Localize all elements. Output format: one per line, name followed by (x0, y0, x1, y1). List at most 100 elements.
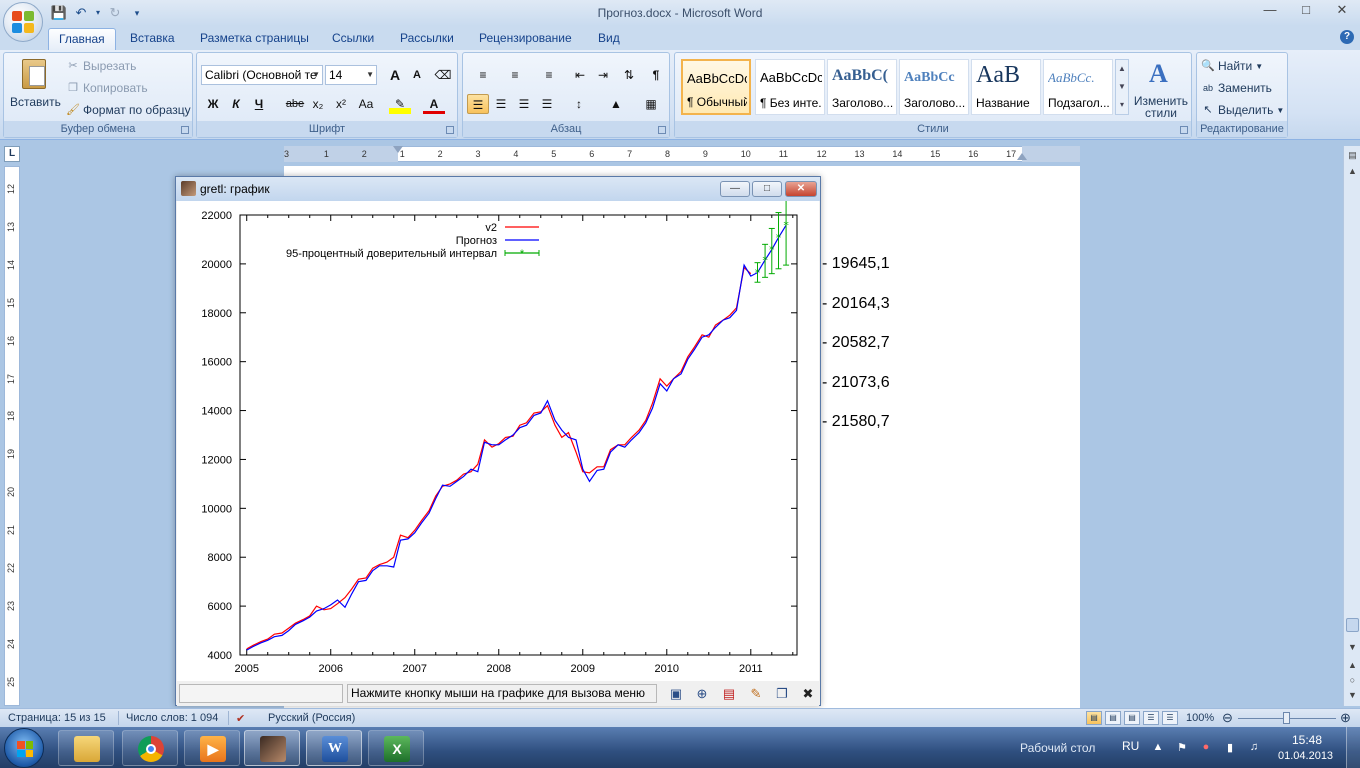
customize-qat-icon[interactable]: ▾ (128, 4, 146, 22)
font-size-combo[interactable]: 14 ▼ (325, 65, 377, 85)
tab-view[interactable]: Вид (588, 28, 630, 50)
target-icon[interactable]: ⊕ (693, 685, 711, 703)
plot-area[interactable]: 4000 6000 8000 10000 12000 14000 16000 18000 200… (177, 198, 819, 681)
next-page-icon[interactable]: ▼ (1345, 688, 1360, 702)
line-spacing-icon[interactable]: ↕ (565, 94, 593, 114)
print-layout-icon[interactable]: ▤ (1086, 711, 1102, 725)
underline-button[interactable]: Ч (248, 94, 270, 114)
italic-button[interactable]: К (225, 94, 247, 114)
tab-mailings[interactable]: Рассылки (390, 28, 464, 50)
outline-icon[interactable]: ☰ (1143, 711, 1159, 725)
antivirus-icon[interactable]: ● (1198, 741, 1214, 755)
tab-references[interactable]: Ссылки (322, 28, 384, 50)
doc-text-line[interactable]: - 21580,7 (822, 413, 890, 431)
tab-home[interactable]: Главная (48, 28, 116, 50)
change-case-button[interactable]: Aa (355, 94, 377, 114)
zoom-level[interactable]: 100% (1186, 712, 1214, 724)
change-styles-button[interactable]: A Изменить стили (1133, 57, 1189, 121)
taskbar-explorer[interactable] (58, 730, 114, 766)
language-indicator[interactable]: Русский (Россия) (268, 712, 355, 724)
vertical-ruler[interactable] (4, 166, 20, 706)
paragraph-launcher-icon[interactable] (658, 126, 666, 134)
browse-object-icon[interactable]: ○ (1345, 673, 1360, 687)
redo-icon[interactable]: ↻ (106, 4, 124, 22)
taskbar-word[interactable]: W (306, 730, 362, 766)
word-count[interactable]: Число слов: 1 094 (126, 712, 218, 724)
taskbar-media-player[interactable]: ▶ (184, 730, 240, 766)
zoom-icon[interactable]: ▣ (667, 685, 685, 703)
superscript-button[interactable]: x² (330, 94, 352, 114)
font-color-button[interactable]: A (423, 94, 445, 114)
close-graph-icon[interactable]: ✖ (799, 685, 817, 703)
scroll-thumb[interactable] (1346, 618, 1359, 632)
page-count[interactable]: Страница: 15 из 15 (8, 712, 106, 724)
font-name-combo[interactable]: Calibri (Основной те ▼ (201, 65, 323, 85)
zoom-out-icon[interactable]: ⊖ (1222, 710, 1233, 726)
subscript-button[interactable]: x₂ (307, 94, 329, 114)
copy-window-icon[interactable]: ❐ (773, 685, 791, 703)
shading-icon[interactable]: ▲ (601, 94, 631, 114)
gretl-graph-window[interactable]: gretl: график — □ ✕ 4000 6000 8000 10000 120… (175, 176, 821, 706)
pdf-icon[interactable]: ▤ (720, 685, 738, 703)
doc-text-line[interactable]: - 19645,1 (822, 255, 890, 273)
network-signal-icon[interactable]: ▮ (1222, 741, 1238, 755)
align-right-icon[interactable]: ☰ (513, 94, 535, 114)
style-heading-2[interactable]: AaBbCc Заголово... (899, 59, 969, 115)
scroll-up-icon[interactable]: ▲ (1345, 164, 1360, 178)
align-left-icon[interactable]: ☰ (467, 94, 489, 114)
replace-button[interactable]: ab Заменить (1201, 81, 1272, 95)
format-painter-button[interactable]: 🖌 Формат по образцу (66, 103, 191, 117)
show-marks-button[interactable]: ¶ (645, 65, 667, 85)
save-icon[interactable]: 💾 (50, 4, 68, 22)
style-no-spacing[interactable]: AaBbCcDc ¶ Без инте... (755, 59, 825, 115)
styles-launcher-icon[interactable] (1180, 126, 1188, 134)
full-screen-reading-icon[interactable]: ▤ (1105, 711, 1121, 725)
forecast-chart[interactable]: 4000 6000 8000 10000 12000 14000 16000 18000 200… (177, 198, 819, 681)
vertical-scrollbar[interactable]: ▤ ▲ ▼ ▲ ○ ▼ (1343, 146, 1360, 706)
zoom-slider-thumb[interactable] (1283, 712, 1290, 724)
taskbar-gretl[interactable] (244, 730, 300, 766)
tab-insert[interactable]: Вставка (120, 28, 185, 50)
taskbar-chrome[interactable] (122, 730, 178, 766)
tab-page-layout[interactable]: Разметка страницы (190, 28, 319, 50)
proofing-icon[interactable]: ✔ (236, 712, 245, 725)
decrease-indent-icon[interactable]: ⇤ (569, 65, 591, 85)
tab-selector-button[interactable]: L (4, 146, 20, 162)
gretl-maximize-icon[interactable]: □ (752, 181, 782, 197)
shrink-font-button[interactable]: A (406, 65, 428, 85)
minimize-icon[interactable]: — (1252, 0, 1288, 22)
styles-scroll[interactable]: ▲ ▼ ▾ (1115, 59, 1129, 115)
desktop-toolbar-label[interactable]: Рабочий стол (1020, 741, 1095, 755)
doc-text-line[interactable]: - 20164,3 (822, 295, 890, 313)
style-title[interactable]: AaB Название (971, 59, 1041, 115)
maximize-icon[interactable]: □ (1288, 0, 1324, 22)
volume-icon[interactable]: ♫ (1246, 741, 1262, 755)
tray-expand-icon[interactable]: ▲ (1150, 741, 1166, 755)
zoom-in-icon[interactable]: ⊕ (1340, 710, 1351, 726)
draft-icon[interactable]: ☰ (1162, 711, 1178, 725)
multilevel-list-icon[interactable]: ≡ (535, 65, 563, 85)
find-button[interactable]: 🔍 Найти ▼ (1201, 59, 1263, 73)
paste-button[interactable]: Вставить (10, 57, 61, 123)
doc-text-line[interactable]: - 21073,6 (822, 374, 890, 392)
select-button[interactable]: ↖ Выделить ▼ (1201, 103, 1284, 117)
gretl-close-icon[interactable]: ✕ (785, 181, 817, 197)
tab-review[interactable]: Рецензирование (469, 28, 582, 50)
start-button[interactable] (4, 728, 44, 768)
ruler-toggle-icon[interactable]: ▤ (1345, 148, 1360, 162)
doc-text-line[interactable]: - 20582,7 (822, 334, 890, 352)
show-desktop-button[interactable] (1346, 727, 1360, 768)
action-center-flag-icon[interactable]: ⚑ (1174, 741, 1190, 755)
undo-dropdown-icon[interactable]: ▾ (94, 4, 102, 22)
bold-button[interactable]: Ж (202, 94, 224, 114)
font-launcher-icon[interactable] (446, 126, 454, 134)
style-normal[interactable]: AaBbCcDc ¶ Обычный (681, 59, 751, 115)
numbering-icon[interactable]: ≡ (501, 65, 529, 85)
justify-icon[interactable]: ☰ (536, 94, 558, 114)
input-language[interactable]: RU (1122, 739, 1139, 753)
style-subtitle[interactable]: AaBbCc. Подзагол... (1043, 59, 1113, 115)
style-heading-1[interactable]: AaBbC( Заголово... (827, 59, 897, 115)
clipboard-launcher-icon[interactable] (181, 126, 189, 134)
undo-icon[interactable]: ↶ (72, 4, 90, 22)
prev-page-icon[interactable]: ▲ (1345, 658, 1360, 672)
